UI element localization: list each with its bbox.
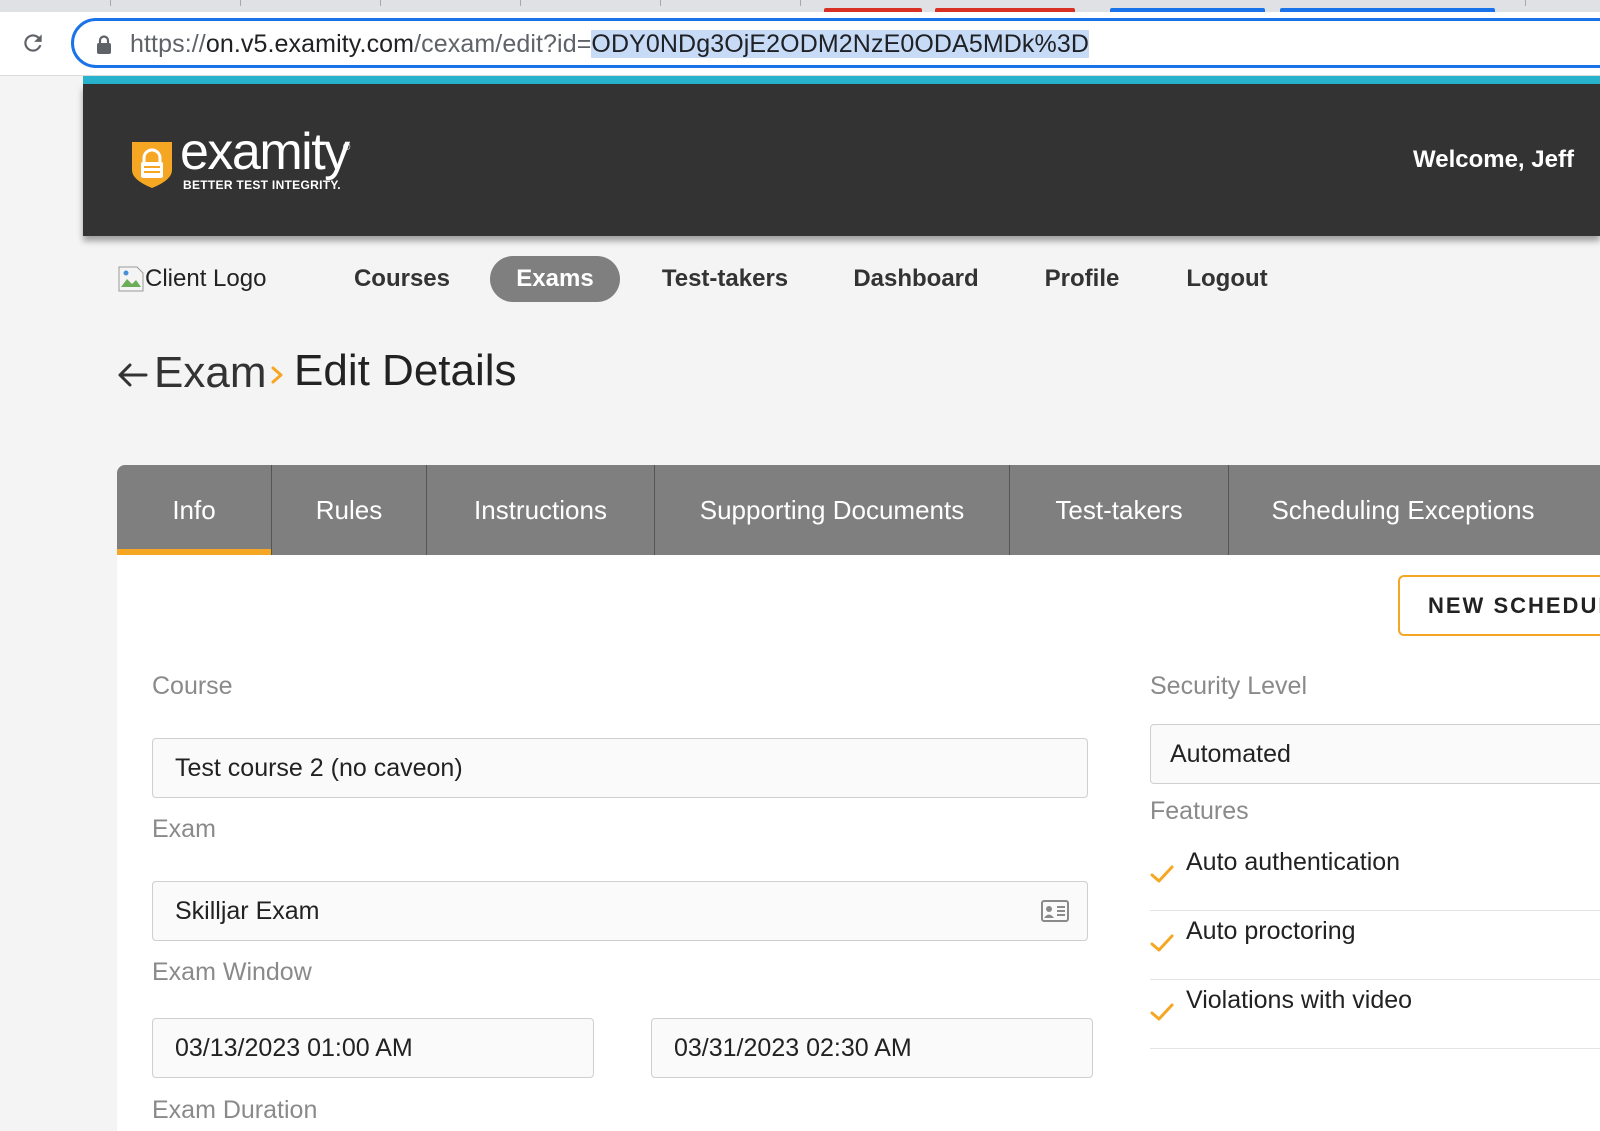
feature-text: Auto authentication bbox=[1186, 848, 1401, 876]
url-text[interactable]: https://on.v5.examity.com/cexam/edit?id=… bbox=[130, 30, 1089, 59]
exam-tabs: Info Rules Instructions Supporting Docum… bbox=[117, 465, 1600, 555]
tab-test-takers[interactable]: Test-takers bbox=[1010, 465, 1228, 555]
tab-info[interactable]: Info bbox=[117, 465, 271, 555]
reload-icon[interactable] bbox=[18, 28, 48, 58]
check-icon bbox=[1150, 1003, 1174, 1021]
nav-courses[interactable]: Courses bbox=[340, 256, 464, 302]
feature-item: Auto proctoring bbox=[1150, 911, 1600, 980]
chevron-right-icon bbox=[271, 366, 283, 384]
course-field[interactable]: Test course 2 (no caveon) bbox=[152, 738, 1088, 798]
url-selection: ODY0NDg3OjE2ODM2NzE0ODA5MDk%3D bbox=[591, 30, 1089, 58]
id-card-icon[interactable] bbox=[1041, 899, 1069, 923]
app-header: examity ® BETTER TEST INTEGRITY. Welcome… bbox=[83, 84, 1600, 236]
exam-label: Exam bbox=[152, 815, 216, 843]
exam-window-label: Exam Window bbox=[152, 958, 312, 986]
tab-separator bbox=[240, 0, 241, 6]
nav-dashboard[interactable]: Dashboard bbox=[840, 256, 992, 302]
tab-separator bbox=[110, 0, 111, 6]
nav-exams[interactable]: Exams bbox=[490, 256, 620, 302]
feature-item: Auto authentication bbox=[1150, 842, 1600, 911]
tab-separator bbox=[520, 0, 521, 6]
broken-image-icon bbox=[118, 266, 144, 292]
welcome-text: Welcome, Jeff bbox=[1413, 146, 1574, 173]
nav-profile[interactable]: Profile bbox=[1030, 256, 1134, 302]
exam-field[interactable]: Skilljar Exam bbox=[152, 881, 1088, 941]
header-accent-stripe bbox=[83, 76, 1600, 84]
security-level-label: Security Level bbox=[1150, 672, 1308, 700]
breadcrumb-exam[interactable]: Exam bbox=[154, 348, 266, 398]
nav-test-takers[interactable]: Test-takers bbox=[650, 256, 800, 302]
check-icon bbox=[1150, 865, 1174, 883]
back-arrow-icon[interactable] bbox=[116, 360, 148, 390]
shield-lock-icon bbox=[132, 142, 172, 188]
window-end-field[interactable]: 03/31/2023 02:30 AM bbox=[651, 1018, 1093, 1078]
client-logo-alt: Client Logo bbox=[145, 265, 267, 292]
tab-scheduling-exceptions[interactable]: Scheduling Exceptions bbox=[1229, 465, 1577, 555]
logo-wordmark: examity bbox=[180, 123, 350, 181]
feature-item: Violations with video bbox=[1150, 980, 1600, 1049]
browser-tab-strip bbox=[0, 0, 1600, 12]
exam-duration-label: Exam Duration bbox=[152, 1096, 318, 1124]
feature-text: Violations with video bbox=[1186, 986, 1413, 1014]
client-logo: Client Logo bbox=[117, 265, 266, 293]
features-label: Features bbox=[1150, 797, 1249, 825]
tab-supporting-documents[interactable]: Supporting Documents bbox=[655, 465, 1009, 555]
registered-mark: ® bbox=[343, 142, 351, 153]
tab-separator bbox=[800, 0, 801, 6]
logo-tagline: BETTER TEST INTEGRITY. bbox=[183, 178, 341, 192]
window-start-field[interactable]: 03/13/2023 01:00 AM bbox=[152, 1018, 594, 1078]
tab-separator bbox=[380, 0, 381, 6]
feature-text: Auto proctoring bbox=[1186, 917, 1356, 945]
course-label: Course bbox=[152, 672, 233, 700]
page-title: Edit Details bbox=[294, 346, 517, 395]
address-bar[interactable]: https://on.v5.examity.com/cexam/edit?id=… bbox=[71, 18, 1600, 68]
tab-instructions[interactable]: Instructions bbox=[427, 465, 654, 555]
nav-logout[interactable]: Logout bbox=[1172, 256, 1282, 302]
exam-field-value: Skilljar Exam bbox=[175, 896, 320, 925]
tab-separator bbox=[1525, 0, 1526, 6]
tab-separator bbox=[660, 0, 661, 6]
new-schedule-button[interactable]: NEW SCHEDULE bbox=[1398, 575, 1600, 636]
browser-toolbar: https://on.v5.examity.com/cexam/edit?id=… bbox=[0, 12, 1600, 76]
tab-rules[interactable]: Rules bbox=[272, 465, 426, 555]
security-level-select[interactable]: Automated bbox=[1150, 724, 1600, 784]
lock-icon[interactable] bbox=[96, 35, 112, 55]
check-icon bbox=[1150, 934, 1174, 952]
